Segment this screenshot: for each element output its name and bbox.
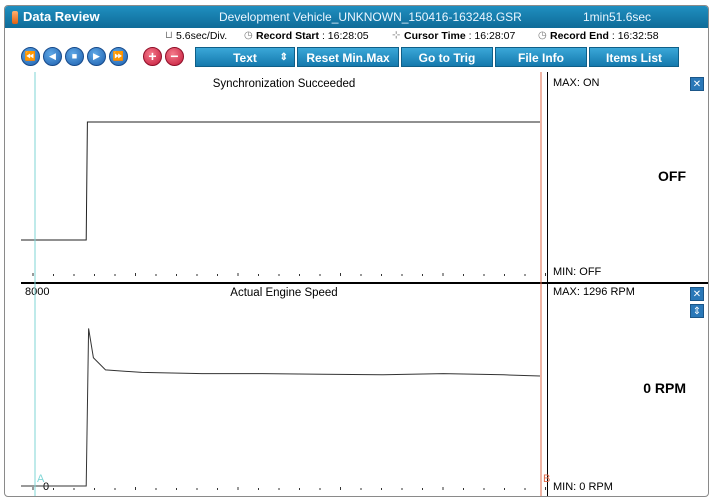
step-forward-button[interactable]: ▶ (87, 47, 106, 66)
engine-current-value: 0 RPM (643, 380, 686, 396)
sync-value-panel: MAX: ON OFF MIN: OFF ✕ (547, 72, 708, 282)
rewind-button[interactable]: ⏪ (21, 47, 40, 66)
data-review-window: Data Review Development Vehicle_UNKNOWN_… (4, 5, 709, 497)
engine-value-panel: MAX: 1296 RPM 0 RPM MIN: 0 RPM ✕ ⇕ (547, 284, 708, 496)
title-bar: Data Review Development Vehicle_UNKNOWN_… (5, 6, 708, 28)
cursor-b-label: B (543, 473, 550, 485)
time-division-icon: ⊔ (165, 30, 173, 41)
cursor-icon: ⊹ (392, 30, 401, 41)
items-list-button[interactable]: Items List (589, 47, 679, 67)
step-back-button[interactable]: ◀ (43, 47, 62, 66)
sync-min-value: MIN: OFF (553, 266, 602, 278)
text-mode-label: Text (233, 51, 257, 65)
sync-signal-line (21, 121, 540, 241)
app-title: Data Review (23, 9, 100, 24)
toolbar: ⏪ ◀ ■ ▶ ⏩ + − Text ⇕ Reset Min.Max Go to… (5, 44, 708, 70)
select-arrows-icon: ⇕ (279, 52, 288, 63)
cursor-time: Cursor Time : 16:28:07 (404, 30, 516, 42)
record-duration: 1min51.6sec (583, 10, 652, 24)
go-to-trig-button[interactable]: Go to Trig (401, 47, 493, 67)
reset-min-max-button[interactable]: Reset Min.Max (297, 47, 399, 67)
chart-svg: AB (21, 72, 550, 496)
cursor-a-label: A (37, 473, 45, 485)
engine-min-value: MIN: 0 RPM (553, 481, 613, 493)
file-info-button[interactable]: File Info (495, 47, 587, 67)
sync-close-button[interactable]: ✕ (690, 77, 704, 91)
app-icon (12, 11, 18, 24)
graph-area[interactable]: Synchronization Succeeded MAX: ON OFF MI… (21, 72, 708, 496)
record-start: Record Start : 16:28:05 (256, 30, 369, 42)
file-name: Development Vehicle_UNKNOWN_150416-16324… (219, 10, 522, 24)
stop-button[interactable]: ■ (65, 47, 84, 66)
clock-icon: ◷ (538, 30, 547, 41)
zoom-out-button[interactable]: − (165, 47, 184, 66)
fast-forward-button[interactable]: ⏩ (109, 47, 128, 66)
engine-speed-line (21, 328, 541, 487)
engine-expand-button[interactable]: ⇕ (690, 304, 704, 318)
clock-icon: ◷ (244, 30, 253, 41)
record-end: Record End : 16:32:58 (550, 30, 659, 42)
engine-close-button[interactable]: ✕ (690, 287, 704, 301)
text-mode-select[interactable]: Text ⇕ (195, 47, 295, 67)
time-per-division: 5.6sec/Div. (176, 30, 228, 42)
engine-max-value: MAX: 1296 RPM (553, 286, 635, 298)
sync-current-value: OFF (658, 168, 686, 184)
sync-max-value: MAX: ON (553, 77, 600, 89)
zoom-in-button[interactable]: + (143, 47, 162, 66)
record-info-line: ⊔ 5.6sec/Div. ◷ Record Start : 16:28:05 … (5, 28, 708, 44)
